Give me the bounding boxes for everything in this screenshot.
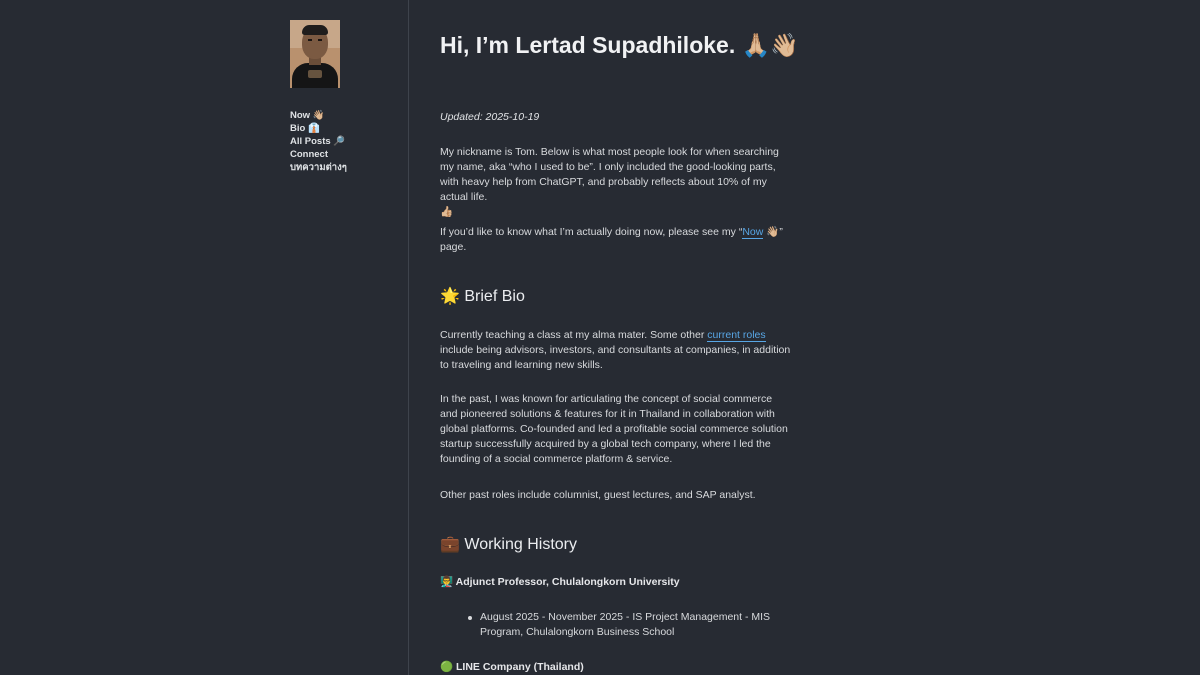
- role-title: Adjunct Professor, Chulalongkorn Univers…: [455, 576, 680, 588]
- sidebar-item-label: Bio: [290, 123, 306, 134]
- sidebar-item-label: Connect: [290, 149, 328, 160]
- now-link-text: Now: [742, 226, 764, 238]
- profile-avatar[interactable]: [290, 20, 340, 88]
- page-title-text: Hi, I’m Lertad Supadhiloke.: [440, 32, 736, 58]
- avatar-hair: [302, 25, 328, 35]
- sidebar-item-label: All Posts: [290, 136, 331, 147]
- role-item: August 2025 - November 2025 - IS Project…: [480, 611, 771, 638]
- sidebar: Now 👋🏼 Bio 👔 All Posts 🔎 Connect บทความต…: [0, 0, 409, 675]
- sidebar-item-now[interactable]: Now 👋🏼: [290, 109, 400, 122]
- now-page-link[interactable]: Now: [742, 226, 764, 239]
- sidebar-nav: Now 👋🏼 Bio 👔 All Posts 🔎 Connect บทความต…: [290, 109, 400, 174]
- brief-bio-heading: 🌟 Brief Bio: [440, 286, 525, 307]
- role-line-company: 🟢 LINE Company (Thailand): [440, 660, 584, 674]
- page-title: Hi, I’m Lertad Supadhiloke. 🙏🏼👋🏼: [440, 31, 799, 60]
- teacher-icon: 👨‍🏫: [440, 576, 454, 588]
- avatar-eye-left: [308, 39, 312, 41]
- sidebar-item-label: Now: [290, 110, 311, 121]
- green-circle-icon: 🟢: [440, 661, 454, 673]
- briefcase-icon: 💼: [440, 534, 460, 553]
- updated-date: Updated: 2025-10-19: [440, 111, 540, 123]
- list-bullet-icon: [468, 616, 472, 620]
- avatar-shirt-print: [308, 70, 322, 78]
- sidebar-item-connect[interactable]: Connect: [290, 148, 400, 161]
- sidebar-item-all-posts[interactable]: All Posts 🔎: [290, 135, 400, 148]
- star-icon: 🌟: [440, 286, 460, 305]
- magnifying-glass-icon: 🔎: [333, 136, 346, 147]
- current-roles-link[interactable]: current roles: [707, 329, 766, 342]
- bio-paragraph-past: In the past, I was known for articulatin…: [440, 393, 788, 465]
- role-chulalongkorn: 👨‍🏫 Adjunct Professor, Chulalongkorn Uni…: [440, 575, 680, 589]
- sidebar-item-thai-articles[interactable]: บทความต่างๆ: [290, 161, 400, 174]
- current-roles-link-text: current roles: [707, 329, 766, 341]
- bio-current-prefix: Currently teaching a class at my alma ma…: [440, 329, 708, 341]
- intro-text: My nickname is Tom. Below is what most p…: [440, 146, 779, 203]
- avatar-eye-right: [318, 39, 322, 41]
- thumbs-up-icon: 👍🏼: [440, 206, 454, 218]
- waving-hand-icon: 👋🏼: [766, 226, 780, 238]
- waving-hand-icon: 👋🏼: [312, 110, 325, 121]
- working-history-heading: 💼 Working History: [440, 534, 577, 555]
- main-content: Hi, I’m Lertad Supadhiloke. 🙏🏼👋🏼 Updated…: [440, 0, 799, 675]
- intro-paragraph: My nickname is Tom. Below is what most p…: [440, 145, 792, 220]
- now-paragraph: If you’d like to know what I’m actually …: [440, 225, 792, 255]
- bio-paragraph-other-roles: Other past roles include columnist, gues…: [440, 489, 756, 501]
- brief-bio-heading-text: Brief Bio: [464, 288, 525, 305]
- bio-paragraph-current: Currently teaching a class at my alma ma…: [440, 328, 792, 373]
- now-prefix: If you’d like to know what I’m actually …: [440, 226, 743, 238]
- role-title: LINE Company (Thailand): [456, 661, 584, 673]
- sidebar-item-bio[interactable]: Bio 👔: [290, 122, 400, 135]
- bio-current-suffix: include being advisors, investors, and c…: [440, 344, 791, 371]
- working-history-heading-text: Working History: [464, 536, 577, 553]
- sidebar-item-label: บทความต่างๆ: [290, 162, 347, 173]
- shirt-icon: 👔: [307, 123, 320, 134]
- greeting-hands-icon: 🙏🏼👋🏼: [741, 33, 799, 59]
